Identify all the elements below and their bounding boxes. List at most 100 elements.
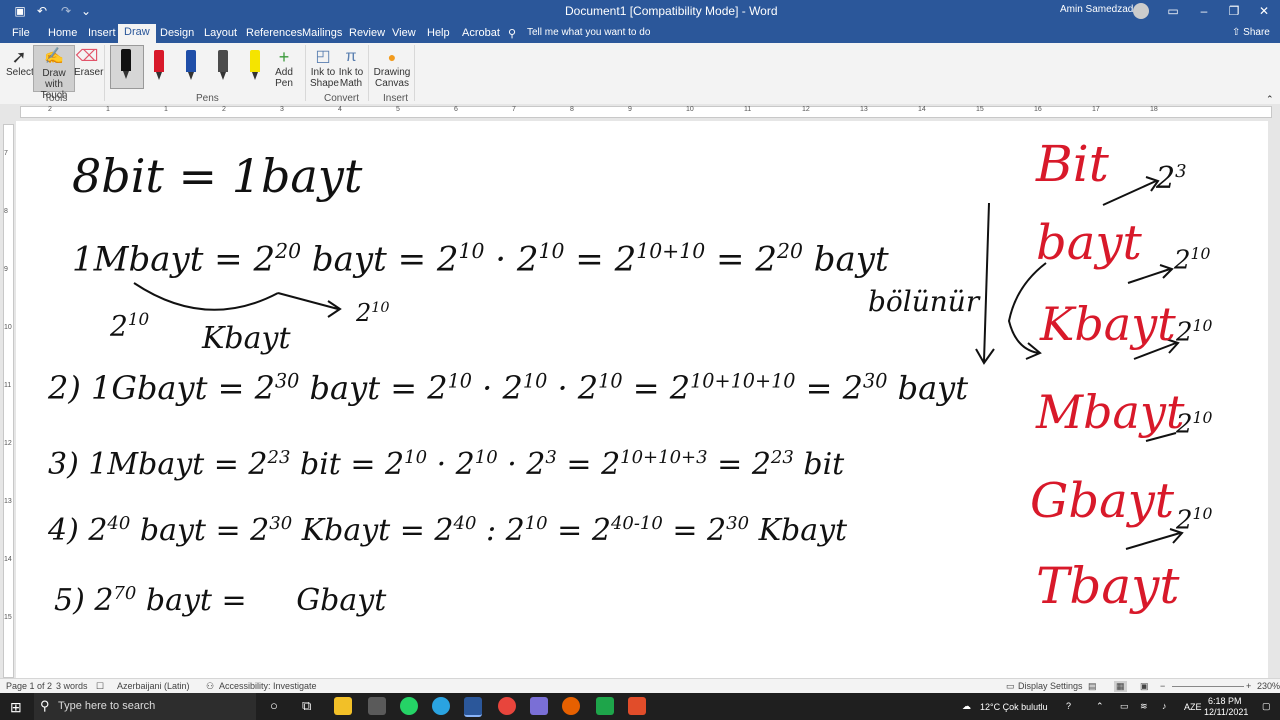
read-mode-icon[interactable]: ▤ — [1088, 681, 1097, 692]
arrow-gbayt — [1125, 528, 1184, 550]
tab-layout[interactable]: Layout — [204, 25, 237, 41]
page-count[interactable]: Page 1 of 2 — [6, 681, 52, 691]
accessibility-status[interactable]: Accessibility: Investigate — [219, 681, 317, 691]
tab-references[interactable]: References — [246, 25, 302, 41]
ribbon-options-icon[interactable]: ▭ — [1165, 3, 1181, 19]
telegram-icon[interactable] — [432, 697, 450, 715]
share-button[interactable]: ⇧ Share — [1232, 25, 1270, 40]
clock-time[interactable]: 6:18 PM — [1208, 696, 1242, 706]
ink-text: bayt — [813, 239, 889, 280]
ruler-number: 1 — [106, 106, 110, 113]
pen-1[interactable] — [110, 45, 144, 89]
task-view-icon[interactable]: ⧉ — [302, 698, 311, 714]
language-tray[interactable]: AZE — [1184, 702, 1202, 712]
undo-icon[interactable]: ↶ — [34, 3, 50, 19]
pen-5[interactable] — [244, 47, 266, 83]
chrome-icon[interactable] — [498, 697, 516, 715]
firefox-icon[interactable] — [562, 697, 580, 715]
ink-unit-tbayt: Tbayt — [1036, 557, 1180, 615]
search-placeholder: Type here to search — [58, 700, 156, 712]
app-icon[interactable] — [530, 697, 548, 715]
drawing-canvas-button[interactable]: ● Drawing Canvas — [373, 47, 411, 89]
pen-tip-icon — [123, 71, 129, 79]
display-settings[interactable]: Display Settings — [1018, 681, 1083, 691]
zoom-level[interactable]: 230% — [1257, 681, 1280, 691]
zoom-in-button[interactable]: + — [1246, 681, 1251, 691]
save-icon[interactable]: ▣ — [12, 3, 28, 19]
status-bar: Page 1 of 2 3 words ☐ Azerbaijani (Latin… — [0, 678, 1280, 694]
tab-acrobat[interactable]: Acrobat — [462, 25, 500, 41]
close-icon[interactable]: ✕ — [1256, 3, 1272, 19]
avatar[interactable] — [1133, 3, 1149, 19]
shapes-icon: ◰ — [315, 48, 331, 65]
tab-home[interactable]: Home — [48, 25, 77, 41]
pen-4[interactable] — [212, 47, 234, 83]
tab-design[interactable]: Design — [160, 25, 194, 41]
eraser-button[interactable]: ⌫ Eraser — [74, 47, 103, 78]
recorder-icon[interactable] — [628, 697, 646, 715]
ink-text: 3) 1Mbayt = 2 — [48, 447, 268, 482]
ink-power: 210 — [1174, 245, 1210, 276]
minimize-icon[interactable]: – — [1196, 3, 1212, 19]
windows-start-icon[interactable]: ⊞ — [10, 699, 22, 716]
ruler-number: 12 — [802, 106, 810, 113]
tab-help[interactable]: Help — [427, 25, 450, 41]
add-pen-button[interactable]: + Add Pen — [272, 47, 296, 89]
proofing-icon[interactable]: ☐ — [96, 681, 104, 692]
notifications-icon[interactable]: ▢ — [1262, 701, 1271, 712]
tab-draw[interactable]: Draw — [118, 24, 156, 43]
ink-sup: 10+10+10 — [690, 369, 796, 393]
web-layout-icon[interactable]: ▣ — [1140, 681, 1149, 692]
draw-with-touch-button[interactable]: ✍ Draw with Touch — [33, 45, 75, 101]
ink-arc — [133, 282, 279, 311]
ink-math-label: Ink to Math — [338, 67, 364, 89]
restore-icon[interactable]: ❐ — [1226, 3, 1242, 19]
tab-review[interactable]: Review — [349, 25, 385, 41]
vertical-ruler[interactable]: 7 8 9 10 11 12 13 14 15 — [0, 118, 14, 678]
whatsapp-icon[interactable] — [400, 697, 418, 715]
ruler-number: 5 — [396, 106, 400, 113]
ruler-number: 11 — [744, 106, 752, 113]
ink-text: 2 — [1176, 409, 1193, 440]
help-icon[interactable]: ? — [1066, 701, 1071, 711]
volume-icon[interactable]: ♪ — [1162, 701, 1167, 711]
zoom-out-button[interactable]: − — [1160, 681, 1165, 691]
store-icon[interactable] — [368, 697, 386, 715]
customize-icon[interactable]: ⌄ — [78, 3, 94, 19]
zoom-slider[interactable] — [1172, 686, 1244, 687]
camtasia-icon[interactable] — [596, 697, 614, 715]
clock-date[interactable]: 12/11/2021 — [1204, 707, 1248, 717]
document-page[interactable]: 8bit = 1bayt 1Mbayt = 220 bayt = 210 · 2… — [16, 121, 1268, 678]
pen-3[interactable] — [180, 47, 202, 83]
weather-text[interactable]: 12°C Çok bulutlu — [980, 702, 1048, 712]
select-button[interactable]: ➚ Select — [6, 47, 34, 78]
ruler-number: 4 — [338, 106, 342, 113]
word-app-icon[interactable] — [464, 697, 482, 717]
network-icon[interactable]: ▭ — [1120, 701, 1129, 712]
vruler-number: 9 — [4, 266, 8, 273]
cortana-icon[interactable]: ○ — [270, 698, 278, 713]
share-label: Share — [1243, 27, 1270, 38]
group-convert-label: Convert — [324, 93, 360, 104]
language-indicator[interactable]: Azerbaijani (Latin) — [117, 681, 190, 691]
tray-arrow-icon[interactable]: ⌃ — [1096, 701, 1104, 712]
tab-view[interactable]: View — [392, 25, 416, 41]
ink-to-math-button[interactable]: π Ink to Math — [338, 47, 364, 89]
tell-me-search[interactable]: Tell me what you want to do — [527, 25, 650, 40]
tab-insert[interactable]: Insert — [88, 25, 116, 41]
tab-mailings[interactable]: Mailings — [302, 25, 342, 41]
ink-to-shape-button[interactable]: ◰ Ink to Shape — [310, 47, 339, 89]
taskbar-search[interactable]: ⚲ Type here to search — [34, 693, 256, 720]
word-count[interactable]: 3 words — [56, 681, 88, 691]
file-explorer-icon[interactable] — [334, 697, 352, 715]
wifi-icon[interactable]: ≋ — [1140, 701, 1148, 712]
pen-2[interactable] — [148, 47, 170, 83]
tab-file[interactable]: File — [12, 25, 30, 41]
horizontal-ruler[interactable]: 2 1 1 2 3 4 5 6 7 8 9 10 11 12 13 14 15 16 17 18 — [0, 104, 1280, 118]
pen-tip-icon — [188, 72, 194, 80]
redo-icon[interactable]: ↷ — [58, 3, 74, 19]
ink-sup: 10 — [447, 369, 472, 393]
pen-icon — [250, 50, 260, 72]
ink-sup: 10+10 — [636, 239, 706, 263]
print-layout-icon[interactable]: ▦ — [1114, 681, 1127, 692]
